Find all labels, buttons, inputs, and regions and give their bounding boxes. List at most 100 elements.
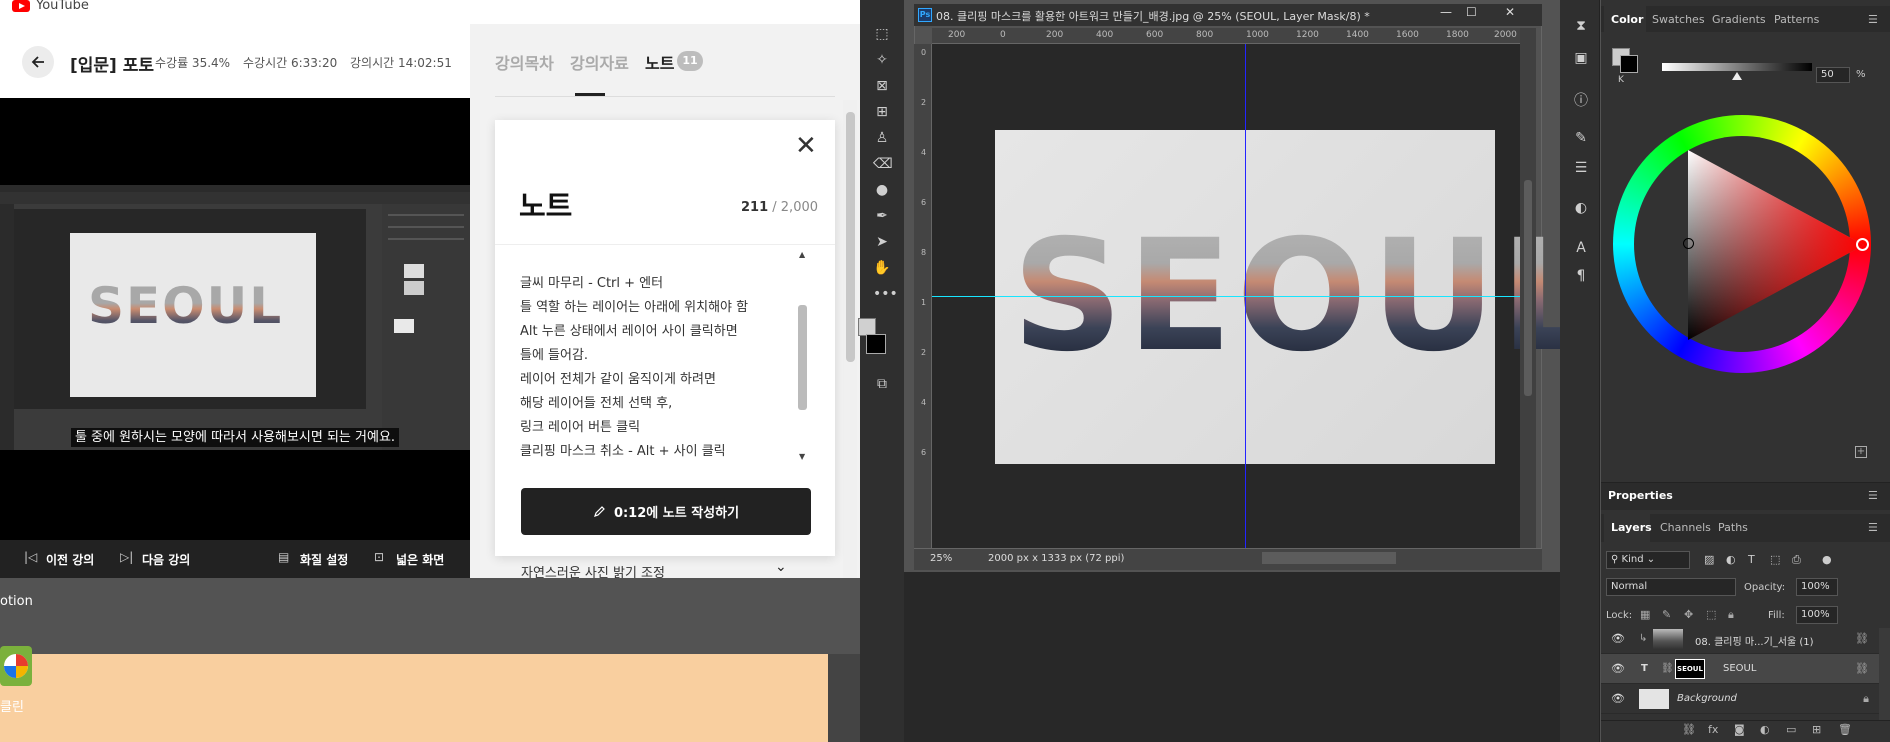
sidebar-scroll-thumb[interactable] [846,112,855,362]
filter-smart-icon[interactable]: ⎙ [1792,553,1801,567]
character-icon[interactable]: A [1572,240,1590,256]
magic-wand-icon[interactable]: ✧ [873,52,891,68]
back-button[interactable] [22,46,54,78]
tab-gradients[interactable]: Gradients [1712,13,1766,26]
eye-icon[interactable]: 👁︎ [1611,692,1625,705]
desktop-icon-label[interactable]: 클린 [0,696,24,715]
blend-mode-select[interactable]: Normal [1606,578,1736,596]
next-section-title[interactable]: 자연스러운 사진 밝기 조정 [521,562,665,578]
wide-screen-button[interactable]: 넓은 화면 [396,551,444,568]
chain-icon[interactable]: ⛓︎ [1661,663,1674,674]
layer-row-selected[interactable]: 👁︎ T ⛓︎ SEOUL SEOUL ⛓︎ [1601,654,1879,684]
filter-type-icon[interactable]: T [1748,553,1755,566]
filter-toggle-icon[interactable]: ● [1822,553,1832,566]
tab-swatches[interactable]: Swatches [1652,13,1705,26]
hue-marker[interactable] [1856,238,1869,251]
k-slider[interactable] [1662,63,1812,71]
more-tools-icon[interactable]: ••• [873,286,898,302]
filter-pixel-icon[interactable]: ▨ [1704,553,1714,566]
eye-icon[interactable]: 👁︎ [1611,662,1625,675]
stamp-tool-icon[interactable]: ♙ [873,130,891,146]
opacity-input[interactable]: 100% [1796,578,1838,596]
pen-tool-icon[interactable]: ✒ [873,208,891,224]
chevron-down-icon[interactable]: ⌄ [775,559,787,575]
panel-menu-icon[interactable]: ☰ [1868,521,1878,534]
adjustment-layer-icon[interactable]: ◐ [1760,723,1770,736]
paragraph-icon[interactable]: ¶ [1572,268,1590,284]
close-icon[interactable]: ✕ [1505,5,1515,19]
background-color-swatch[interactable] [866,334,886,354]
eye-icon[interactable]: 👁︎ [1611,632,1625,645]
tab-curriculum[interactable]: 강의목차 [495,50,554,74]
adjustments-icon[interactable]: ☰ [1572,160,1590,176]
actions-icon[interactable]: ◐ [1572,200,1590,216]
k-value-input[interactable]: 50 [1816,67,1850,83]
tab-properties[interactable]: Properties [1608,489,1673,502]
fx-icon[interactable]: fx [1708,723,1718,736]
layer-mask-thumbnail[interactable]: SEOUL [1675,659,1705,679]
filter-adjust-icon[interactable]: ◐ [1726,553,1736,566]
saturation-triangle[interactable] [1688,150,1864,340]
lock-position-icon[interactable]: ✥ [1684,608,1693,621]
screen-mode-icon[interactable]: ⧉ [873,376,891,392]
site-name[interactable]: YouTube [36,0,89,13]
select-tool-icon[interactable]: ➤ [873,234,891,250]
lock-pixels-icon[interactable]: ✎ [1662,608,1671,621]
tab-paths[interactable]: Paths [1718,521,1748,534]
desktop-app-icon[interactable] [0,646,32,686]
doc-horizontal-scroll-thumb[interactable] [1262,552,1396,564]
fill-input[interactable]: 100% [1796,606,1838,624]
scroll-down-icon[interactable]: ▼ [799,452,805,461]
hand-tool-icon[interactable]: ✋ [873,260,891,276]
next-lecture-button[interactable]: 다음 강의 [142,551,190,568]
tab-color[interactable]: Color [1611,13,1643,26]
delete-layer-icon[interactable]: 🗑︎ [1838,723,1852,736]
color-background-swatch[interactable] [1620,55,1638,73]
add-mask-icon[interactable]: ◙ [1734,723,1745,736]
layer-row[interactable]: 👁︎ Background 🔒︎ [1601,684,1879,714]
tab-patterns[interactable]: Patterns [1774,13,1819,26]
tab-notes[interactable]: 노트 [645,50,674,74]
brush-settings-icon[interactable]: ✎ [1572,130,1590,146]
note-textarea[interactable]: 글씨 마무리 - Ctrl + 엔터 틀 역할 하는 레이어는 아래에 위치해야… [520,272,776,464]
scroll-up-icon[interactable]: ▲ [799,250,805,259]
lock-artboard-icon[interactable]: ⬚ [1706,608,1716,621]
minimize-icon[interactable]: — [1440,5,1452,19]
tab-layers[interactable]: Layers [1611,521,1652,534]
layers-scrollbar[interactable] [1879,628,1890,724]
history-icon[interactable]: ⧗ [1572,18,1590,34]
lock-transparency-icon[interactable]: ▦ [1640,608,1650,621]
crop-tool-icon[interactable]: ⊠ [873,78,891,94]
desktop-icon-label[interactable]: otion [0,594,33,609]
new-layer-icon[interactable]: ⊞ [1812,723,1821,736]
tab-materials[interactable]: 강의자료 [570,50,629,74]
marquee-tool-icon[interactable]: ⬚ [873,26,891,42]
video-player[interactable]: SEOUL 툴 중에 원하시는 모양에 따라서 사용해보시면 되는 거예요. [0,98,470,540]
link-layers-icon[interactable]: ⛓︎ [1682,723,1696,736]
layer-row[interactable]: 👁︎ ↳ 08. 클리핑 마...기_서울 (1) ⛓︎ [1601,624,1879,654]
quality-settings-button[interactable]: 화질 설정 [300,551,348,568]
add-panel-icon[interactable]: + [1855,446,1867,458]
panel-menu-icon[interactable]: ☰ [1868,13,1878,26]
layer-filter-kind[interactable]: ⚲ Kind ⌄ [1606,551,1690,569]
write-note-button[interactable]: 0:12에 노트 작성하기 [521,488,811,535]
tab-channels[interactable]: Channels [1660,521,1711,534]
maximize-icon[interactable]: ☐ [1466,5,1477,19]
frame-tool-icon[interactable]: ⊞ [873,104,891,120]
note-scroll-thumb[interactable] [798,305,807,410]
zoom-level[interactable]: 25% [930,553,952,564]
blur-tool-icon[interactable]: ● [873,182,891,198]
eraser-tool-icon[interactable]: ⌫ [873,156,893,172]
horizontal-guide[interactable] [932,296,1520,297]
new-group-icon[interactable]: ▭ [1786,723,1796,736]
close-icon[interactable]: ✕ [795,133,817,159]
filter-shape-icon[interactable]: ⬚ [1770,553,1780,566]
k-slider-thumb[interactable] [1732,72,1742,80]
doc-vertical-scroll-thumb[interactable] [1524,180,1532,396]
color-marker[interactable] [1683,238,1694,249]
comments-icon[interactable]: ▣ [1572,50,1590,66]
panel-menu-icon[interactable]: ☰ [1868,489,1878,502]
lock-all-icon[interactable]: 🔒︎ [1728,608,1734,622]
prev-lecture-button[interactable]: 이전 강의 [46,551,94,568]
info-icon[interactable]: ⓘ [1572,90,1590,110]
